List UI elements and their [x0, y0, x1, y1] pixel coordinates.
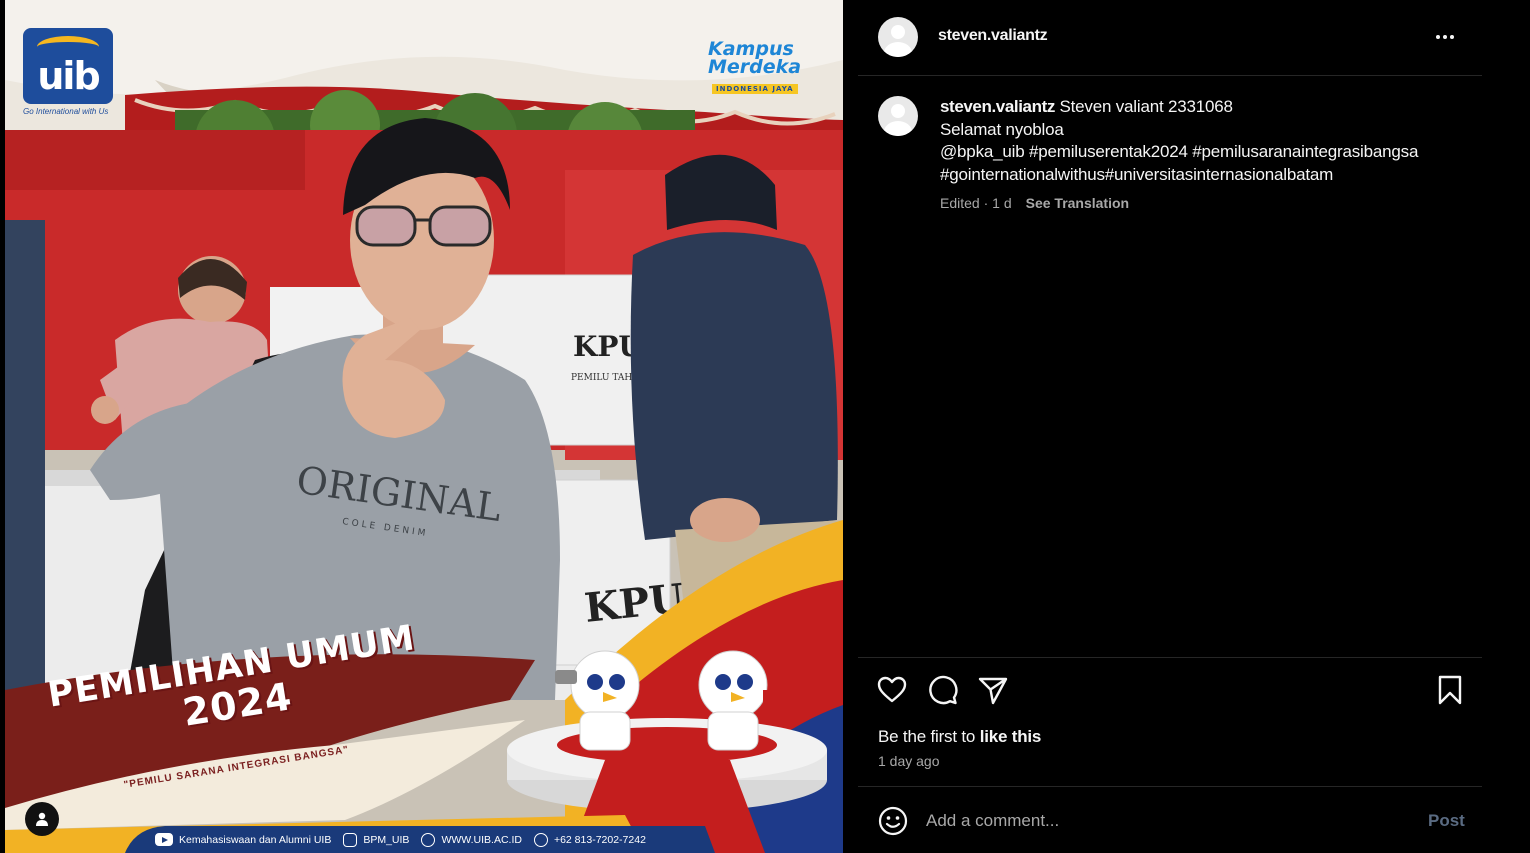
author-username[interactable]: steven.valiantz	[938, 27, 1048, 45]
edited-timestamp: Edited · 1 d	[940, 195, 1012, 211]
heart-icon[interactable]	[876, 674, 908, 706]
caption-line2: Selamat nyobloa	[940, 119, 1064, 139]
caption-line3[interactable]: @bpka_uib #pemiluserentak2024 #pemilusar…	[940, 141, 1460, 164]
post-comment-button[interactable]: Post	[1428, 811, 1465, 831]
post-header: steven.valiantz	[858, 0, 1482, 76]
more-options-button[interactable]	[1430, 26, 1460, 48]
more-dot-icon	[1450, 35, 1454, 39]
caption-line1: Steven valiant 2331068	[1059, 97, 1233, 116]
kampus-logo-sub: INDONESIA JAYA	[712, 84, 798, 94]
image-footer-bar: Kemahasiswaan dan Alumni UIB BPM_UIB WWW…	[143, 826, 713, 853]
uib-logo: uib	[23, 28, 113, 104]
emoji-icon[interactable]	[878, 806, 908, 836]
globe-icon	[421, 832, 436, 847]
see-translation-link[interactable]: See Translation	[1026, 195, 1129, 211]
uib-logo-tagline: Go International with Us	[23, 107, 109, 116]
post-details-panel: steven.valiantz steven.valiantz Steven v…	[858, 0, 1482, 853]
footer-web-text: WWW.UIB.AC.ID	[441, 833, 522, 846]
youtube-icon	[155, 833, 173, 846]
uib-logo-text: uib	[37, 54, 100, 98]
more-dot-icon	[1443, 35, 1447, 39]
tagged-users-button[interactable]	[25, 802, 59, 836]
post-timestamp[interactable]: 1 day ago	[878, 753, 940, 769]
kampus-merdeka-logo: Kampus Merdeka INDONESIA JAYA	[708, 40, 808, 94]
person-icon	[36, 812, 48, 826]
footer-instagram-text: BPM_UIB	[363, 833, 410, 846]
send-icon[interactable]	[977, 674, 1009, 706]
comment-input[interactable]	[926, 807, 1406, 835]
caption-line4[interactable]: #gointernationalwithus#universitasintern…	[940, 164, 1460, 187]
comment-icon[interactable]	[927, 674, 959, 706]
kampus-logo-line2: Merdeka	[708, 56, 802, 78]
bookmark-icon[interactable]	[1434, 674, 1466, 706]
caption-meta: Edited · 1 d See Translation	[940, 195, 1129, 211]
footer-youtube-text: Kemahasiswaan dan Alumni UIB	[179, 833, 332, 846]
post-caption: steven.valiantz Steven valiant 2331068 S…	[940, 96, 1460, 186]
footer-phone-text: +62 813-7202-7242	[553, 833, 646, 846]
likes-prefix: Be the first to	[878, 727, 980, 746]
phone-icon	[533, 832, 548, 847]
more-dot-icon	[1436, 35, 1440, 39]
right-edge	[1482, 0, 1530, 853]
like-this-link[interactable]: like this	[980, 727, 1042, 746]
likes-summary: Be the first to like this	[878, 727, 1041, 747]
caption-username[interactable]: steven.valiantz	[940, 97, 1055, 116]
caption-avatar[interactable]	[878, 96, 918, 136]
author-avatar[interactable]	[878, 17, 918, 57]
post-image[interactable]: KPU PEMILU TAHUN 202 KPU ORIGINAL COLE D…	[5, 0, 843, 853]
post-actions: Be the first to like this 1 day ago	[858, 657, 1482, 787]
instagram-icon	[343, 832, 358, 847]
comment-bar: Post	[858, 786, 1482, 853]
